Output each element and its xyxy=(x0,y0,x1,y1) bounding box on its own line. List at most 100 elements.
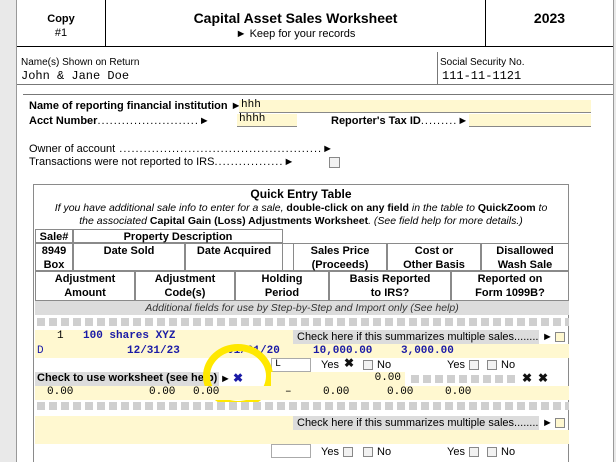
row1-1099-no-checkbox[interactable] xyxy=(487,360,497,370)
institution-topline xyxy=(23,94,613,95)
worksheet-page: Copy #1 Capital Asset Sales Worksheet ► … xyxy=(16,0,614,462)
col-disallowed-text: Disallowed xyxy=(496,245,554,257)
copy-number: #1 xyxy=(54,27,68,39)
col-codes-text: Code(s) xyxy=(164,287,206,299)
names-label: Name(s) Shown on Return xyxy=(21,57,140,68)
col-basis-reported: Basis Reported to IRS? xyxy=(329,271,451,301)
row1-description[interactable]: 100 shares XYZ xyxy=(83,330,175,342)
row1-date-sold[interactable]: 12/31/23 xyxy=(127,345,180,357)
col-basis-reported-text: Basis Reported xyxy=(349,273,431,285)
row1-bottom-strip[interactable] xyxy=(35,402,569,410)
ssn-underline xyxy=(437,84,613,85)
instr-1e: to xyxy=(538,202,548,214)
additional-fields-strip[interactable] xyxy=(35,318,569,326)
row1-1099-no-label: No xyxy=(501,359,516,371)
acct-number-text: Acct Number xyxy=(29,115,98,127)
row1-sale-no[interactable]: 1 xyxy=(57,330,64,342)
row1-worksheet-amount-field[interactable]: 0.00 xyxy=(271,372,405,386)
names-underline xyxy=(17,84,437,85)
quick-entry-instructions-2: the associated Capital Gain (Loss) Adjus… xyxy=(35,215,567,227)
row1-1099-yes-label: Yes xyxy=(447,359,465,371)
row1-holding-value: L xyxy=(275,359,282,370)
row1-strip-x1[interactable]: ✖ xyxy=(521,372,533,385)
row2-1099-no-checkbox[interactable] xyxy=(487,447,497,457)
row1-amt5[interactable]: 0.00 xyxy=(387,386,413,398)
row1-amt2[interactable]: 0.00 xyxy=(149,386,175,398)
page-title: Capital Asset Sales Worksheet xyxy=(193,10,398,26)
owner-text: Owner of account xyxy=(29,143,116,155)
names-value[interactable]: John & Jane Doe xyxy=(21,69,129,83)
col-cost-or-text: Cost or xyxy=(414,245,454,257)
instr-1c: in the table to xyxy=(411,202,475,214)
row1-summarize-label: Check here if this summarizes multiple s… xyxy=(293,330,539,344)
additional-fields-note: Additional fields for use by Step-by-Ste… xyxy=(35,301,569,315)
col-adj-amount: Adjustment Amount xyxy=(35,271,135,301)
row1-proceeds[interactable]: 10,000.00 xyxy=(313,345,372,357)
row1-amt6[interactable]: 0.00 xyxy=(445,386,471,398)
instr-2b: Capital Gain (Loss) Adjustments Workshee… xyxy=(149,215,369,227)
not-reported-label: Transactions were not reported to IRS...… xyxy=(29,156,295,168)
institution-name-field[interactable]: hhh xyxy=(239,99,591,113)
col-date-acquired-text: Date Acquired xyxy=(196,245,272,257)
ssn-value[interactable]: 111-11-1121 xyxy=(442,69,521,83)
row2-basis-no-checkbox[interactable] xyxy=(363,447,373,457)
row2-basis-yes-checkbox[interactable] xyxy=(343,447,353,457)
instr-1d: QuickZoom xyxy=(477,202,536,214)
reporter-tin-field[interactable] xyxy=(469,114,591,127)
row1-box[interactable]: D xyxy=(37,345,44,357)
col-adj-codes: Adjustment Code(s) xyxy=(135,271,235,301)
row1-basis[interactable]: 3,000.00 xyxy=(401,345,454,357)
row2-holding-period-field[interactable] xyxy=(271,444,311,458)
row1-worksheet-strip[interactable] xyxy=(409,375,519,383)
col-to-irs-text: to IRS? xyxy=(370,287,410,299)
row1-summarize-checkbox[interactable] xyxy=(555,332,565,342)
not-reported-checkbox[interactable] xyxy=(329,157,340,168)
col-date-sold-text: Date Sold xyxy=(103,245,155,257)
col-adj-code-text: Adjustment xyxy=(154,273,216,285)
reporter-tin-text: Reporter's Tax ID xyxy=(331,115,421,127)
row1-summarize-arrow: ► xyxy=(542,331,553,343)
col-reported-on: Reported on Form 1099B? xyxy=(451,271,569,301)
row1-1099-yes-checkbox[interactable] xyxy=(469,360,479,370)
row1-amounts-row[interactable] xyxy=(35,386,569,400)
acct-number-field[interactable]: hhhh xyxy=(237,113,297,127)
col-date-acquired: Date Acquired xyxy=(185,243,283,271)
row1-holding-period-field[interactable]: L xyxy=(271,358,311,372)
row2-1099-yes-checkbox[interactable] xyxy=(469,447,479,457)
col-period-text: Period xyxy=(264,287,300,299)
row1-summarize-text: Check here if this summarizes multiple s… xyxy=(297,331,539,343)
row1-values-row[interactable] xyxy=(35,344,569,358)
row1-amt1[interactable]: 0.00 xyxy=(47,386,73,398)
row2-summarize-arrow: ► xyxy=(542,417,553,429)
col-proceeds-text: (Proceeds) xyxy=(311,259,369,271)
row1-basis-no-checkbox[interactable] xyxy=(363,360,373,370)
row1-basis-no-label: No xyxy=(377,359,392,371)
row1-worksheet-amount: 0.00 xyxy=(374,372,401,384)
row2-values-row[interactable] xyxy=(35,430,569,444)
col-property-desc: Property Description xyxy=(73,229,283,243)
col-holding-period: Holding Period xyxy=(235,271,329,301)
copy-label: Copy xyxy=(47,13,75,25)
row1-amt3[interactable]: 0.00 xyxy=(193,386,219,398)
row2-basis-yes-label: Yes xyxy=(321,446,339,458)
col-sales-price-text: Sales Price xyxy=(310,245,370,257)
row1-basis-yes-label: Yes xyxy=(321,359,339,371)
col-adj-text: Adjustment xyxy=(54,273,116,285)
col-date-sold: Date Sold xyxy=(73,243,185,271)
col-other-basis-text: Other Basis xyxy=(403,259,465,271)
institution-name-text: Name of reporting financial institution xyxy=(29,100,228,112)
row2-1099-yes-label: Yes xyxy=(447,446,465,458)
tax-year: 2023 xyxy=(533,10,566,26)
instr-2c: . (See field help for more details.) xyxy=(368,215,523,227)
subtitle-text: Keep for your records xyxy=(249,28,356,40)
col-reported-on-text: Reported on xyxy=(477,273,543,285)
row1-amt4[interactable]: 0.00 xyxy=(323,386,349,398)
row2-summarize-checkbox[interactable] xyxy=(555,418,565,428)
row1-strip-x2[interactable]: ✖ xyxy=(537,372,549,385)
col-sales-price: Sales Price (Proceeds) xyxy=(293,243,387,271)
owner-label: Owner of account .......................… xyxy=(29,143,333,155)
col-form-1099b-text: Form 1099B? xyxy=(475,287,545,299)
row1-basis-yes-checkbox[interactable]: ✖ xyxy=(343,357,355,370)
col-wash-sale-text: Wash Sale xyxy=(497,259,553,271)
row2-main-field[interactable] xyxy=(35,416,293,430)
